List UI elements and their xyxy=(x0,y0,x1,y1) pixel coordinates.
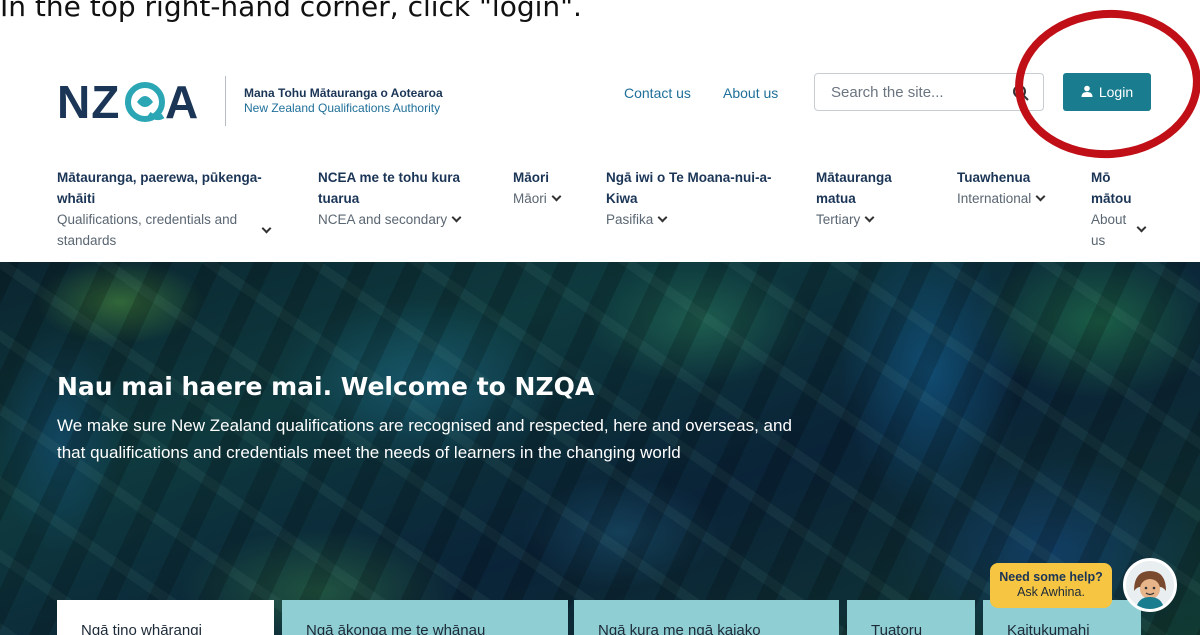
nav-item-maori: Māori xyxy=(513,170,550,185)
logo-org-names: Mana Tohu Mātauranga o Aotearoa New Zeal… xyxy=(244,86,443,116)
svg-text:A: A xyxy=(165,76,199,126)
nav-item-qualifications[interactable]: Mātauranga, paerewa, pūkenga-whāiti Qual… xyxy=(57,167,282,251)
nav-item-maori: NCEA me te tohu kura tuarua xyxy=(318,170,461,206)
chatbot-avatar-icon[interactable] xyxy=(1123,558,1177,612)
nav-item-maori: Tuawhenua xyxy=(957,170,1031,185)
help-line-1: Need some help? xyxy=(999,570,1103,584)
help-chat-bubble[interactable]: Need some help? Ask Awhina. xyxy=(990,563,1112,608)
hero-title: Nau mai haere mai. Welcome to NZQA xyxy=(57,372,595,401)
nav-item-english: About us xyxy=(1091,212,1127,248)
logo-divider xyxy=(225,76,226,126)
svg-text:NZ: NZ xyxy=(57,76,120,126)
chevron-down-icon xyxy=(864,212,875,223)
chevron-down-icon xyxy=(261,223,272,234)
chevron-down-icon xyxy=(451,212,462,223)
hero-banner: Nau mai haere mai. Welcome to NZQA We ma… xyxy=(0,262,1200,635)
tile-learners-whanau[interactable]: Ngā ākonga me te whānau xyxy=(282,600,568,635)
nav-item-maori: Ngā iwi o Te Moana-nui-a-Kiwa xyxy=(606,170,772,206)
nav-item-english: Pasifika xyxy=(606,212,654,227)
instruction-text: In the top right-hand corner, click "log… xyxy=(0,0,582,23)
nav-item-english: Māori xyxy=(513,191,547,206)
about-us-link[interactable]: About us xyxy=(723,85,778,101)
help-line-2: Ask Awhina. xyxy=(1017,585,1085,599)
hero-text: We make sure New Zealand qualifications … xyxy=(57,416,792,462)
nav-item-maori: Mō mātou xyxy=(1091,170,1132,206)
nav-item-tertiary[interactable]: Mātauranga matua Tertiary xyxy=(816,167,926,230)
chevron-down-icon xyxy=(657,212,668,223)
search-input[interactable]: Search the site... xyxy=(814,73,1044,111)
nav-item-international[interactable]: Tuawhenua International xyxy=(957,167,1072,209)
chevron-down-icon xyxy=(1136,222,1147,232)
nzqa-logo[interactable]: NZ A Mana Tohu Mātauranga o Aotearoa New… xyxy=(57,76,443,126)
nav-item-ncea[interactable]: NCEA me te tohu kura tuarua NCEA and sec… xyxy=(318,167,478,230)
nav-item-english: International xyxy=(957,191,1032,206)
chevron-down-icon xyxy=(1035,191,1046,202)
org-name-english: New Zealand Qualifications Authority xyxy=(244,101,441,115)
org-name-maori: Mana Tohu Mātauranga o Aotearoa xyxy=(244,86,443,100)
nav-item-english: Qualifications, credentials and standard… xyxy=(57,212,238,248)
nav-item-english: NCEA and secondary xyxy=(318,212,448,227)
nav-item-maori: Mātauranga, paerewa, pūkenga-whāiti xyxy=(57,170,262,206)
tile-top-pages[interactable]: Ngā tino whārangi xyxy=(57,600,274,635)
contact-us-link[interactable]: Contact us xyxy=(624,85,691,101)
nav-item-maori[interactable]: Māori Māori xyxy=(513,167,583,209)
tile-tertiary[interactable]: Tuatoru xyxy=(847,600,975,635)
tile-schools-teachers[interactable]: Ngā kura me ngā kaiako xyxy=(574,600,839,635)
logo-mark: NZ A xyxy=(57,76,207,126)
nav-item-about[interactable]: Mō mātou About us xyxy=(1091,167,1151,251)
nav-item-pasifika[interactable]: Ngā iwi o Te Moana-nui-a-Kiwa Pasifika xyxy=(606,167,781,230)
chevron-down-icon xyxy=(551,191,562,202)
annotation-circle xyxy=(1010,3,1200,165)
nav-item-english: Tertiary xyxy=(816,212,861,227)
nav-item-maori: Mātauranga matua xyxy=(816,170,892,206)
nzqa-logo-icon: NZ A xyxy=(57,76,199,126)
